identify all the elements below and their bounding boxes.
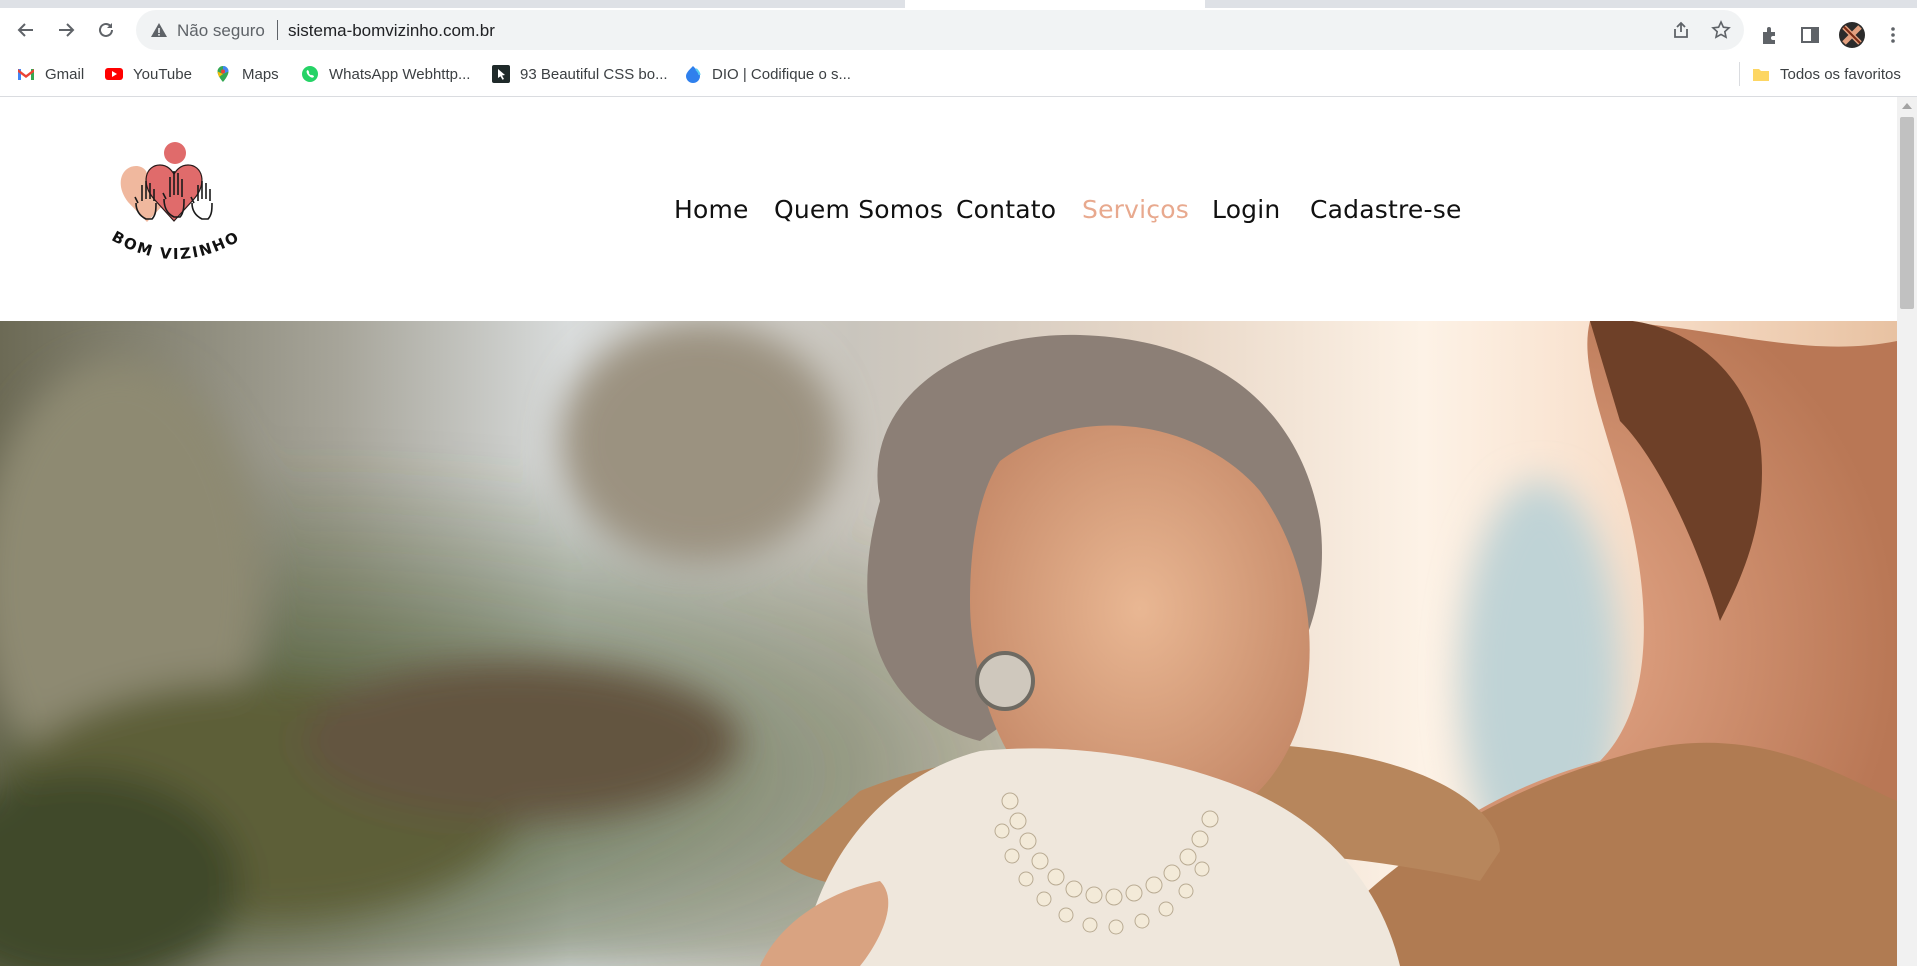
profile-avatar[interactable]	[1839, 22, 1865, 48]
reload-icon	[99, 22, 113, 37]
bookmark-css-buttons[interactable]: 93 Beautiful CSS bo...	[492, 64, 668, 84]
tab-strip	[0, 0, 1917, 8]
bookmark-star-icon[interactable]	[1711, 20, 1731, 40]
security-label[interactable]: Não seguro	[177, 21, 265, 41]
whatsapp-icon	[302, 66, 318, 82]
address-separator	[277, 20, 278, 40]
reload-button[interactable]	[92, 16, 120, 44]
warning-icon[interactable]	[150, 21, 168, 39]
bookmarks-separator	[1739, 62, 1740, 86]
all-bookmarks-label: Todos os favoritos	[1780, 65, 1901, 83]
extensions-puzzle-icon[interactable]	[1759, 24, 1781, 46]
youtube-icon	[105, 68, 123, 80]
browser-toolbar: Não seguro sistema-bomvizinho.com.br	[0, 8, 1917, 52]
nav-servicos-link[interactable]: Serviços	[1082, 195, 1189, 224]
page-scrollbar[interactable]	[1897, 97, 1917, 966]
bookmark-label: Gmail	[45, 65, 85, 83]
profile-x-icon	[1842, 25, 1862, 45]
back-arrow-icon	[17, 23, 33, 37]
bookmark-label: DIO | Codifique o s...	[712, 65, 851, 83]
logo-text: BOM VIZINHO	[109, 227, 243, 263]
share-icon[interactable]	[1671, 20, 1691, 40]
bookmark-label: YouTube	[133, 65, 192, 83]
scroll-up-arrow-icon[interactable]	[1902, 103, 1912, 109]
address-bar[interactable]: Não seguro sistema-bomvizinho.com.br	[136, 10, 1744, 50]
site-header: BOM VIZINHO Home Quem Somos Contato Serv…	[0, 97, 1897, 321]
page-viewport: BOM VIZINHO Home Quem Somos Contato Serv…	[0, 97, 1917, 966]
nav-quem-somos-link[interactable]: Quem Somos	[774, 195, 943, 224]
bookmark-gmail[interactable]: Gmail	[17, 64, 84, 84]
bookmarks-bar: Gmail YouTube Maps WhatsApp Webhttp... 9…	[0, 52, 1917, 97]
bookmark-label: Maps	[242, 65, 279, 83]
dio-icon	[686, 66, 701, 83]
cursor-icon	[492, 65, 510, 83]
maps-icon	[217, 66, 229, 82]
back-button[interactable]	[12, 16, 40, 44]
bookmark-dio[interactable]: DIO | Codifique o s...	[684, 64, 851, 84]
nav-cadastre-se-link[interactable]: Cadastre-se	[1310, 195, 1462, 224]
nav-home-link[interactable]: Home	[674, 195, 749, 224]
bookmark-label: WhatsApp Webhttp...	[329, 65, 471, 83]
side-panel-icon[interactable]	[1799, 24, 1821, 46]
bookmark-youtube[interactable]: YouTube	[105, 64, 192, 84]
scrollbar-thumb[interactable]	[1900, 117, 1914, 309]
all-bookmarks-folder[interactable]: Todos os favoritos	[1752, 64, 1901, 84]
browser-menu-icon[interactable]	[1882, 24, 1904, 46]
gmail-icon	[18, 69, 34, 80]
nav-login-link[interactable]: Login	[1212, 195, 1280, 224]
logo-dot-icon	[164, 142, 186, 164]
bookmark-maps[interactable]: Maps	[214, 64, 279, 84]
forward-arrow-icon	[59, 23, 75, 37]
folder-icon	[1753, 69, 1769, 81]
active-tab-edge[interactable]	[905, 0, 1205, 8]
hero-earring	[975, 651, 1035, 711]
bookmark-whatsapp[interactable]: WhatsApp Webhttp...	[301, 64, 470, 84]
nav-contato-link[interactable]: Contato	[956, 195, 1056, 224]
hero-image	[0, 321, 1897, 966]
url-text[interactable]: sistema-bomvizinho.com.br	[288, 21, 495, 41]
bookmark-label: 93 Beautiful CSS bo...	[520, 65, 668, 83]
forward-button[interactable]	[52, 16, 80, 44]
main-nav: Home Quem Somos Contato Serviços Login C…	[0, 195, 1897, 229]
